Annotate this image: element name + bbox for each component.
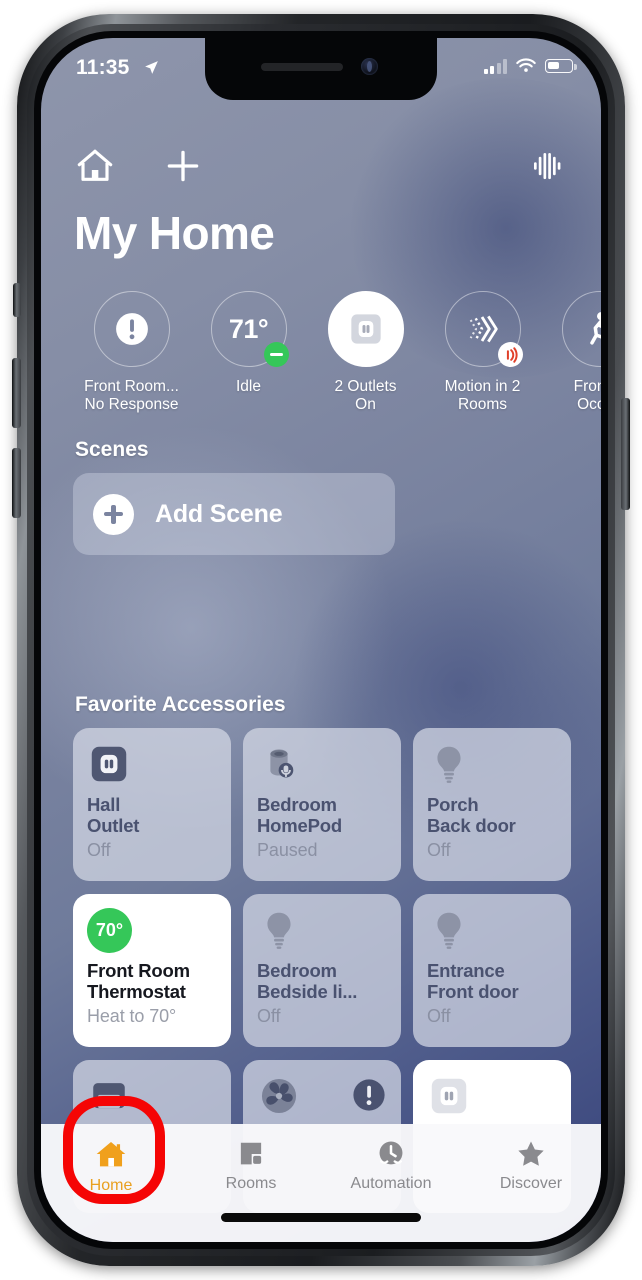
audio-waveform-icon[interactable] <box>529 147 567 185</box>
status-item-outlets[interactable]: 2 Outlets On <box>307 291 424 441</box>
status-label: Motion in 2 Rooms <box>444 378 521 414</box>
location-arrow-icon <box>145 61 158 74</box>
mute-switch-button[interactable] <box>13 283 21 317</box>
status-label: 2 Outlets On <box>334 378 397 414</box>
tile-state: Off <box>87 839 111 860</box>
tile-icon-wrap: 70° <box>87 908 217 956</box>
alert-badge-icon <box>353 1079 385 1111</box>
tile-name: Bedroom Bedside li... <box>257 960 358 1003</box>
rooms-icon <box>240 1142 262 1165</box>
outlet-icon <box>91 746 127 782</box>
add-scene-label: Add Scene <box>155 499 283 528</box>
accessory-tile-bedroom-bedside-light[interactable]: Bedroom Bedside li... Off <box>243 894 401 1047</box>
volume-up-button[interactable] <box>12 358 21 428</box>
add-scene-button[interactable]: Add Scene <box>73 473 395 555</box>
status-circle[interactable] <box>93 291 170 367</box>
status-item-front-room[interactable]: Front Room... No Response <box>73 291 190 441</box>
star-icon <box>518 1141 544 1166</box>
status-label: Front Room... No Response <box>84 378 179 414</box>
favorites-section-title: Favorite Accessories <box>75 693 286 716</box>
power-button[interactable] <box>621 398 630 510</box>
tile-icon-wrap <box>257 742 387 790</box>
house-icon[interactable] <box>75 146 115 186</box>
tile-name: Front Room Thermostat <box>87 960 190 1003</box>
motion-detected-badge <box>497 342 523 367</box>
status-item-motion[interactable]: Motion in 2 Rooms <box>424 291 541 441</box>
motion-waves-icon <box>506 346 518 363</box>
volume-down-button[interactable] <box>12 448 21 518</box>
clock-check-icon <box>379 1141 403 1165</box>
accessory-tile-front-room-thermostat[interactable]: 70° Front Room Thermostat Heat to 70° <box>73 894 231 1047</box>
status-circle[interactable] <box>561 291 601 367</box>
tile-icon-wrap <box>257 908 387 956</box>
tile-name: Bedroom HomePod <box>257 794 342 837</box>
home-header-toolbar <box>75 144 567 192</box>
tile-icon-wrap <box>427 1074 557 1122</box>
status-circle[interactable] <box>444 291 523 367</box>
tile-name: Hall Outlet <box>87 794 140 837</box>
screenshot-stage: 11:35 My Home Front Room... No Response … <box>0 0 642 1280</box>
scenes-section-title: Scenes <box>75 438 149 461</box>
accessory-tile-bedroom-homepod[interactable]: Bedroom HomePod Paused <box>243 728 401 881</box>
phone-screen: 11:35 My Home Front Room... No Response … <box>41 38 601 1242</box>
thermostat-temperature-badge: 70° <box>87 908 132 953</box>
cellular-bars-icon <box>483 58 507 74</box>
thermostat-idle-badge <box>263 342 289 367</box>
tile-icon-wrap <box>87 742 217 790</box>
battery-icon <box>545 59 577 73</box>
plus-circle-icon <box>93 493 134 535</box>
tab-automation[interactable]: Automation <box>321 1138 461 1242</box>
tab-label: Rooms <box>225 1175 277 1192</box>
tab-rooms[interactable]: Rooms <box>181 1138 321 1242</box>
status-label: Front R Occup <box>573 378 601 414</box>
annotation-highlight-home-tab <box>63 1096 165 1204</box>
tab-label: Automation <box>350 1175 432 1192</box>
outlet-icon <box>350 314 381 344</box>
tile-state: Heat to 70° <box>87 1005 177 1026</box>
homepod-icon <box>270 749 294 778</box>
tile-icon-wrap <box>427 742 557 790</box>
tile-state: Off <box>257 1005 281 1026</box>
status-summary-row: Front Room... No Response 71° Idle 2 Out… <box>41 291 601 441</box>
device-notch <box>205 38 437 100</box>
page-title: My Home <box>74 207 275 259</box>
lightbulb-icon <box>267 912 291 949</box>
exclamation-icon <box>115 313 148 345</box>
accessory-tile-entrance-front-door[interactable]: Entrance Front door Off <box>413 894 571 1047</box>
home-indicator[interactable] <box>221 1213 421 1222</box>
tile-state: Paused <box>257 839 318 860</box>
status-bar-time: 11:35 <box>76 56 130 79</box>
walking-person-icon <box>589 312 601 345</box>
outlet-icon <box>431 1078 467 1114</box>
tile-icon-wrap <box>257 1074 387 1122</box>
tile-state: Off <box>427 839 451 860</box>
earpiece-speaker <box>261 63 343 71</box>
motion-sensor-icon <box>469 315 498 343</box>
fan-icon <box>261 1078 297 1114</box>
status-label: Idle <box>236 378 261 395</box>
status-temperature-value: 71° <box>228 313 269 344</box>
tile-name: Entrance Front door <box>427 960 519 1003</box>
tile-icon-wrap <box>427 908 557 956</box>
front-camera <box>361 58 378 75</box>
tab-label: Discover <box>499 1175 563 1192</box>
tile-name: Porch Back door <box>427 794 516 837</box>
status-circle[interactable] <box>327 291 404 367</box>
accessory-tile-porch-back-door[interactable]: Porch Back door Off <box>413 728 571 881</box>
wifi-icon <box>516 58 536 72</box>
tile-state: Off <box>427 1005 451 1026</box>
lightbulb-icon <box>437 746 461 783</box>
tab-discover[interactable]: Discover <box>461 1138 601 1242</box>
status-item-occupancy[interactable]: Front R Occup <box>541 291 601 441</box>
plus-icon[interactable] <box>164 147 202 185</box>
accessory-tile-hall-outlet[interactable]: Hall Outlet Off <box>73 728 231 881</box>
lightbulb-icon <box>437 912 461 949</box>
status-circle[interactable]: 71° <box>210 291 289 367</box>
status-bar-indicators <box>483 58 577 74</box>
status-item-thermostat[interactable]: 71° Idle <box>190 291 307 441</box>
